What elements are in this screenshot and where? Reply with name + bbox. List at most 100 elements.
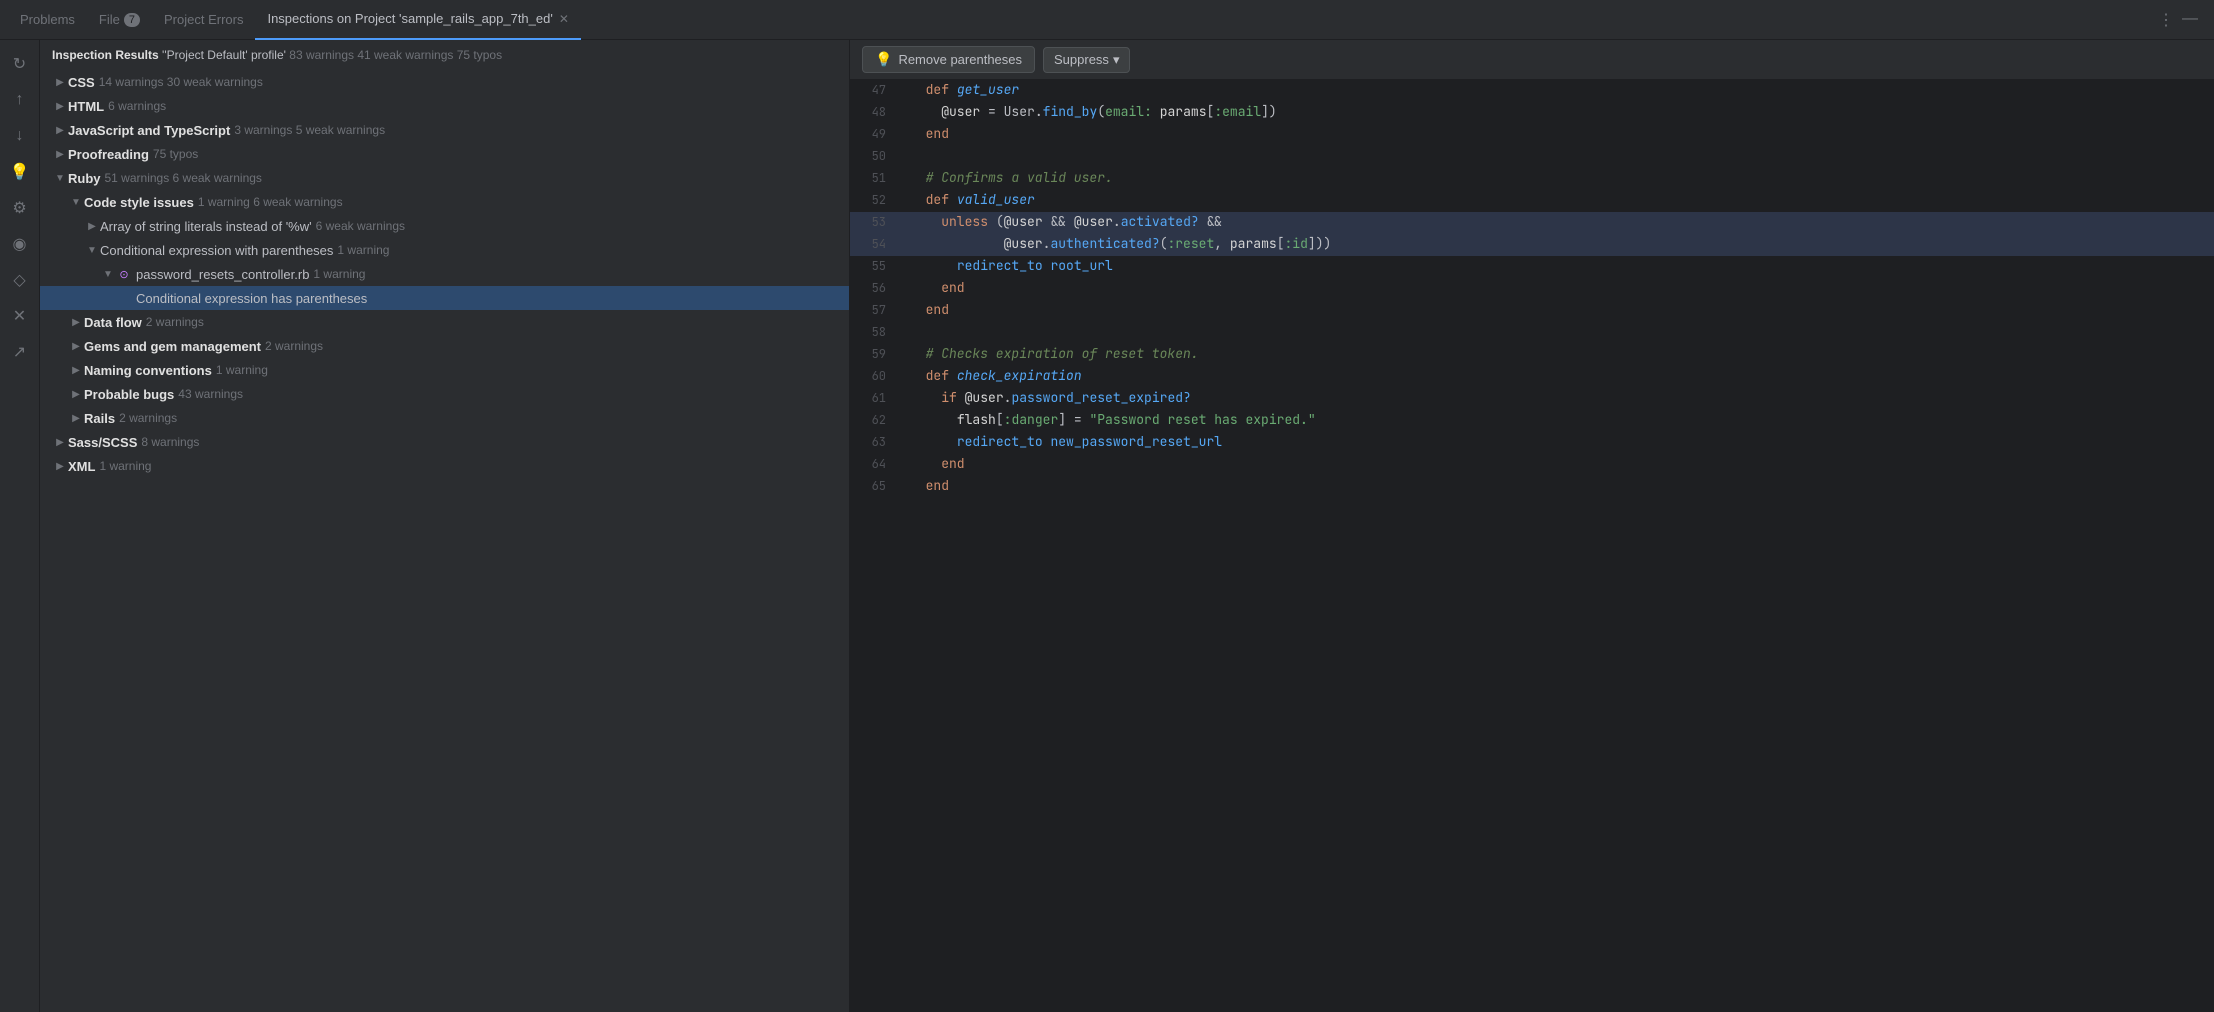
- line-content: unless (@user && @user.activated? &&: [902, 212, 2214, 233]
- tree-item-sass-scss[interactable]: Sass/SCSS 8 warnings: [40, 430, 849, 454]
- file-icon: ⊙: [116, 266, 132, 282]
- tree-item-css[interactable]: CSS 14 warnings 30 weak warnings: [40, 70, 849, 94]
- code-line-52: 52 def valid_user: [850, 190, 2214, 212]
- suppress-label: Suppress: [1054, 52, 1109, 67]
- code-line-59: 59 # Checks expiration of reset token.: [850, 344, 2214, 366]
- tree-item-html[interactable]: HTML 6 warnings: [40, 94, 849, 118]
- xml-arrow-icon: [52, 458, 68, 474]
- tree-item-gems[interactable]: Gems and gem management 2 warnings: [40, 334, 849, 358]
- line-content: end: [902, 454, 2214, 475]
- line-number: 65: [850, 476, 902, 496]
- code-panel: 💡 Remove parentheses Suppress ▾ 47 def g…: [850, 40, 2214, 1012]
- tree-item-code-style[interactable]: Code style issues 1 warning 6 weak warni…: [40, 190, 849, 214]
- tree-item-probable-bugs[interactable]: Probable bugs 43 warnings: [40, 382, 849, 406]
- code-line-58: 58: [850, 322, 2214, 344]
- array-literals-arrow-icon: [84, 218, 100, 234]
- down-icon[interactable]: ↓: [4, 120, 36, 152]
- bulb-fix-icon: 💡: [875, 51, 892, 68]
- tree-profile: ''Project Default' profile': [162, 48, 286, 62]
- refresh-icon[interactable]: ↻: [4, 48, 36, 80]
- line-number: 59: [850, 344, 902, 364]
- cond-expr-arrow-icon: [120, 290, 136, 306]
- tree-panel: Inspection Results ''Project Default' pr…: [40, 40, 850, 1012]
- tree-item-ruby[interactable]: Ruby 51 warnings 6 weak warnings: [40, 166, 849, 190]
- tree-item-cond-expr-warn[interactable]: Conditional expression has parentheses: [40, 286, 849, 310]
- line-number: 48: [850, 102, 902, 122]
- fix-button[interactable]: 💡 Remove parentheses: [862, 46, 1035, 73]
- more-options-icon[interactable]: ⋮: [2158, 10, 2174, 30]
- minimize-icon[interactable]: —: [2182, 10, 2198, 30]
- sidebar-icons: ↻ ↑ ↓ 💡 ⚙ ◉ ◇ ✕ ↗: [0, 40, 40, 1012]
- code-line-48: 48 @user = User.find_by(email: params[:e…: [850, 102, 2214, 124]
- code-line-64: 64 end: [850, 454, 2214, 476]
- js-arrow-icon: [52, 122, 68, 138]
- suppress-dropdown-icon: ▾: [1113, 52, 1120, 68]
- line-content: flash[:danger] = "Password reset has exp…: [902, 410, 2214, 431]
- line-number: 54: [850, 234, 902, 254]
- line-number: 61: [850, 388, 902, 408]
- tree-header: Inspection Results ''Project Default' pr…: [40, 40, 849, 70]
- code-line-60: 60 def check_expiration: [850, 366, 2214, 388]
- line-number: 63: [850, 432, 902, 452]
- code-line-51: 51 # Confirms a valid user.: [850, 168, 2214, 190]
- line-content: if @user.password_reset_expired?: [902, 388, 2214, 409]
- line-content: end: [902, 476, 2214, 497]
- tab-bar: Problems File 7 Project Errors Inspectio…: [0, 0, 2214, 40]
- line-number: 62: [850, 410, 902, 430]
- line-content: end: [902, 278, 2214, 299]
- code-line-47: 47 def get_user: [850, 80, 2214, 102]
- fix-label: Remove parentheses: [898, 52, 1022, 67]
- line-number: 50: [850, 146, 902, 166]
- tab-file[interactable]: File 7: [87, 0, 152, 40]
- main-layout: ↻ ↑ ↓ 💡 ⚙ ◉ ◇ ✕ ↗ Inspection Results ''P…: [0, 40, 2214, 1012]
- ruby-arrow-icon: [52, 170, 68, 186]
- tree-item-xml[interactable]: XML 1 warning: [40, 454, 849, 478]
- code-line-63: 63 redirect_to new_password_reset_url: [850, 432, 2214, 454]
- bulb-icon[interactable]: 💡: [4, 156, 36, 188]
- code-line-56: 56 end: [850, 278, 2214, 300]
- code-line-62: 62 flash[:danger] = "Password reset has …: [850, 410, 2214, 432]
- code-line-55: 55 redirect_to root_url: [850, 256, 2214, 278]
- eye-icon[interactable]: ◉: [4, 228, 36, 260]
- code-line-65: 65 end: [850, 476, 2214, 498]
- naming-arrow-icon: [68, 362, 84, 378]
- export-icon[interactable]: ↗: [4, 336, 36, 368]
- tree-item-conditional-parens[interactable]: Conditional expression with parentheses …: [40, 238, 849, 262]
- line-content: def get_user: [902, 80, 2214, 101]
- line-content: @user.authenticated?(:reset, params[:id]…: [902, 234, 2214, 255]
- tree-item-naming[interactable]: Naming conventions 1 warning: [40, 358, 849, 382]
- gems-arrow-icon: [68, 338, 84, 354]
- tab-project-errors[interactable]: Project Errors: [152, 0, 255, 40]
- up-icon[interactable]: ↑: [4, 84, 36, 116]
- html-arrow-icon: [52, 98, 68, 114]
- tree-counts: 83 warnings 41 weak warnings 75 typos: [289, 48, 502, 62]
- close-tab-icon[interactable]: ✕: [559, 12, 569, 26]
- tree-item-proofreading[interactable]: Proofreading 75 typos: [40, 142, 849, 166]
- scope-icon[interactable]: ◇: [4, 264, 36, 296]
- line-number: 47: [850, 80, 902, 100]
- line-number: 51: [850, 168, 902, 188]
- line-number: 55: [850, 256, 902, 276]
- tree-item-password-resets[interactable]: ⊙ password_resets_controller.rb 1 warnin…: [40, 262, 849, 286]
- tab-problems[interactable]: Problems: [8, 0, 87, 40]
- tree-item-js-ts[interactable]: JavaScript and TypeScript 3 warnings 5 w…: [40, 118, 849, 142]
- code-style-arrow-icon: [68, 194, 84, 210]
- line-content: # Confirms a valid user.: [902, 168, 2214, 189]
- code-line-54: 54 @user.authenticated?(:reset, params[:…: [850, 234, 2214, 256]
- suppress-button[interactable]: Suppress ▾: [1043, 47, 1130, 73]
- close-icon[interactable]: ✕: [4, 300, 36, 332]
- tab-inspections[interactable]: Inspections on Project 'sample_rails_app…: [255, 0, 580, 40]
- tree-item-array-literals[interactable]: Array of string literals instead of '%w'…: [40, 214, 849, 238]
- line-number: 52: [850, 190, 902, 210]
- line-number: 58: [850, 322, 902, 342]
- code-editor[interactable]: 47 def get_user 48 @user = User.find_by(…: [850, 80, 2214, 1012]
- line-number: 49: [850, 124, 902, 144]
- settings-icon[interactable]: ⚙: [4, 192, 36, 224]
- tree-item-rails[interactable]: Rails 2 warnings: [40, 406, 849, 430]
- line-number: 53: [850, 212, 902, 232]
- line-number: 64: [850, 454, 902, 474]
- tree-item-data-flow[interactable]: Data flow 2 warnings: [40, 310, 849, 334]
- line-content: end: [902, 300, 2214, 321]
- proofreading-arrow-icon: [52, 146, 68, 162]
- cond-parens-arrow-icon: [84, 242, 100, 258]
